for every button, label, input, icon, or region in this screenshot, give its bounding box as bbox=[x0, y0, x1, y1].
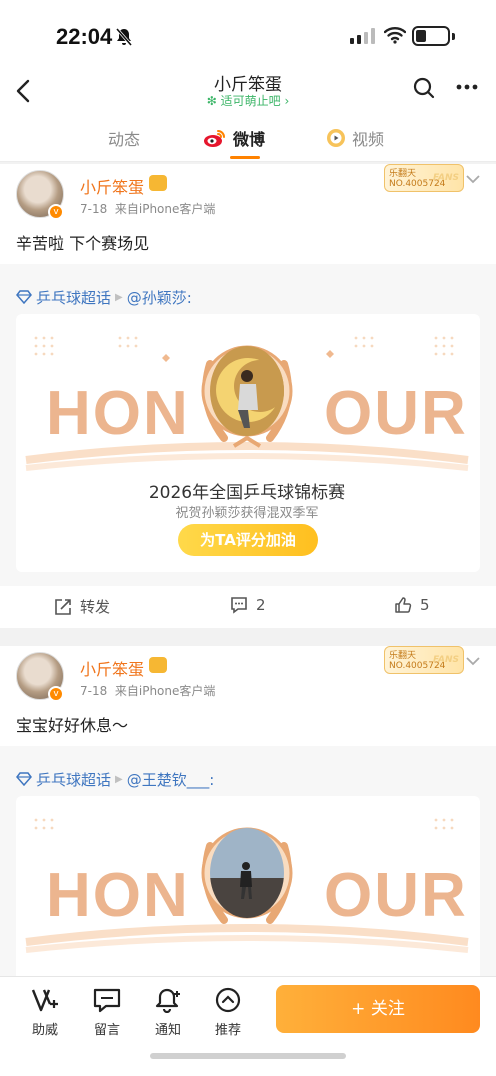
cheer-label: 助威 bbox=[31, 1023, 58, 1038]
super-topic-link[interactable]: 乒乓球超话 bbox=[36, 287, 111, 308]
home-indicator bbox=[150, 1053, 346, 1059]
chevron-down-icon[interactable] bbox=[466, 656, 480, 666]
triangle-right-icon: ▶ bbox=[115, 291, 123, 303]
message-label: 留言 bbox=[93, 1023, 120, 1038]
tab-dynamic[interactable]: 动态 bbox=[108, 126, 140, 150]
cellular-signal-icon bbox=[350, 28, 375, 44]
battery-icon bbox=[412, 26, 455, 46]
notify-button[interactable]: 通知 bbox=[145, 987, 191, 1038]
post-source: 来自iPhone客户端 bbox=[114, 684, 216, 698]
athlete-photo bbox=[210, 828, 284, 918]
mention-link[interactable]: @王楚钦___: bbox=[127, 769, 215, 790]
post-source: 来自iPhone客户端 bbox=[114, 202, 216, 216]
honour-word-right: OUR bbox=[324, 379, 468, 448]
post-text: 辛苦啦 下个赛场见 bbox=[16, 234, 150, 253]
chevron-down-icon[interactable] bbox=[466, 174, 480, 184]
follow-button[interactable]: + 关注 bbox=[276, 985, 480, 1033]
repost-button[interactable]: 转发 bbox=[54, 596, 110, 617]
comment-icon bbox=[231, 597, 247, 614]
honour-word-left: HON bbox=[46, 379, 190, 448]
weibo-logo-icon bbox=[204, 130, 225, 147]
comment-button[interactable]: 2 bbox=[230, 596, 266, 614]
comment-count: 2 bbox=[256, 596, 266, 614]
fan-badge-mark: FANS bbox=[433, 655, 459, 665]
recommend-icon bbox=[215, 987, 241, 1013]
fan-badge-title: 乐翻天 bbox=[389, 651, 417, 661]
notify-label: 通知 bbox=[154, 1023, 181, 1038]
tab-label: 微博 bbox=[233, 130, 266, 149]
honour-word-left: HON bbox=[46, 861, 190, 930]
card-subtitle: 祝贺孙颖莎获得混双季军 bbox=[175, 506, 319, 521]
wifi-icon bbox=[384, 27, 406, 44]
thumbs-up-icon bbox=[395, 597, 412, 613]
fan-badge-title: 乐翻天 bbox=[389, 169, 417, 179]
super-topic-icon bbox=[16, 772, 32, 786]
recommend-label: 推荐 bbox=[214, 1023, 241, 1038]
verified-badge-icon: v bbox=[48, 686, 64, 702]
super-topic-icon bbox=[16, 290, 32, 304]
post-username[interactable]: 小斤笨蛋 bbox=[80, 656, 144, 680]
tab-label: 动态 bbox=[108, 130, 141, 149]
honour-card[interactable]: HON OUR 2026年全国乒乓球锦标赛 祝贺孙颖莎获得混双季军 为TA评分加… bbox=[16, 314, 480, 572]
athlete-photo bbox=[210, 346, 284, 436]
profile-subtitle: 适可萌止吧 bbox=[220, 94, 281, 108]
triangle-right-icon: ▶ bbox=[115, 773, 123, 785]
active-tab-indicator bbox=[230, 156, 260, 159]
cheer-icon bbox=[31, 989, 58, 1012]
status-time: 22:04 bbox=[56, 24, 113, 49]
flower-icon: ❇ bbox=[206, 94, 217, 108]
profile-tabs: 动态 微博 视频 bbox=[0, 114, 496, 162]
like-count: 5 bbox=[420, 596, 430, 614]
tab-video[interactable]: 视频 bbox=[326, 126, 384, 150]
repost-label: 转发 bbox=[80, 598, 111, 616]
retweet-block[interactable]: 乒乓球超话 ▶ @王楚钦___: HON OUR bbox=[0, 746, 496, 976]
message-button[interactable]: 留言 bbox=[84, 987, 130, 1038]
post-text: 宝宝好好休息～ bbox=[16, 716, 129, 735]
weibo-post[interactable]: v 小斤笨蛋 7-18 来自iPhone客户端 乐翻天 NO.4005724 F… bbox=[0, 164, 496, 628]
search-icon[interactable] bbox=[412, 76, 436, 100]
silent-bell-icon bbox=[115, 28, 133, 46]
fan-badge-mark: FANS bbox=[433, 173, 459, 183]
recommend-button[interactable]: 推荐 bbox=[205, 987, 251, 1038]
post-date: 7-18 bbox=[80, 684, 108, 698]
repost-icon bbox=[55, 598, 71, 615]
post-meta: 7-18 来自iPhone客户端 bbox=[80, 200, 215, 217]
chevron-right-icon: › bbox=[284, 94, 290, 108]
retweet-block[interactable]: 乒乓球超话 ▶ @孙颖莎: HON OUR 2026年全国乒乓球锦标赛 祝贺孙颖… bbox=[0, 264, 496, 586]
fan-badge: 乐翻天 NO.4005724 FANS bbox=[384, 164, 464, 192]
bottom-action-bar: 助威 留言 通知 推荐 + 关注 bbox=[0, 976, 496, 1076]
rate-cheer-button[interactable]: 为TA评分加油 bbox=[178, 524, 318, 556]
post-date: 7-18 bbox=[80, 202, 108, 216]
fan-badge: 乐翻天 NO.4005724 FANS bbox=[384, 646, 464, 674]
tab-label: 视频 bbox=[352, 130, 385, 149]
more-icon[interactable] bbox=[456, 84, 478, 90]
member-crown-icon bbox=[149, 175, 167, 191]
bell-plus-icon bbox=[155, 988, 180, 1013]
member-crown-icon bbox=[149, 657, 167, 673]
status-bar: 22:04 bbox=[0, 0, 496, 70]
cheer-button[interactable]: 助威 bbox=[22, 987, 68, 1038]
profile-nav-bar: 小斤笨蛋 ❇ 适可萌止吧 › bbox=[0, 70, 496, 114]
honour-word-right: OUR bbox=[324, 861, 468, 930]
post-username[interactable]: 小斤笨蛋 bbox=[80, 174, 144, 198]
card-title: 2026年全国乒乓球锦标赛 bbox=[148, 483, 346, 503]
verified-badge-icon: v bbox=[48, 204, 64, 220]
post-actions: 转发 2 5 bbox=[0, 586, 496, 628]
video-icon bbox=[327, 129, 345, 147]
mention-link[interactable]: @孙颖莎: bbox=[127, 287, 192, 308]
tab-weibo[interactable]: 微博 bbox=[203, 126, 265, 150]
message-icon bbox=[93, 988, 121, 1013]
super-topic-link[interactable]: 乒乓球超话 bbox=[36, 769, 111, 790]
weibo-post[interactable]: v 小斤笨蛋 7-18 来自iPhone客户端 乐翻天 NO.4005724 F… bbox=[0, 646, 496, 976]
post-meta: 7-18 来自iPhone客户端 bbox=[80, 682, 215, 699]
honour-card[interactable]: HON OUR bbox=[16, 796, 480, 976]
like-button[interactable]: 5 bbox=[394, 596, 430, 614]
